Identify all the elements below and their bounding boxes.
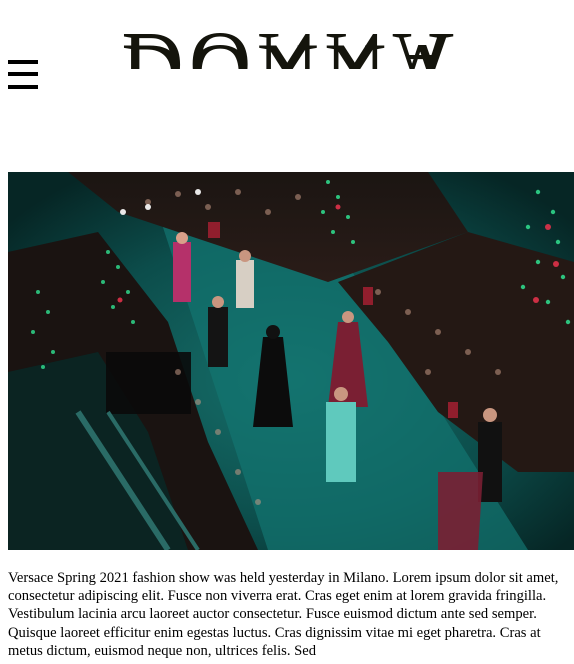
menu-bar <box>8 72 38 76</box>
donna-logo[interactable]: DONNA DONNA <box>118 18 463 122</box>
site-header: DONNA DONNA <box>0 0 574 150</box>
menu-bar <box>8 60 38 64</box>
hero-image <box>8 172 574 550</box>
menu-bar <box>8 85 38 89</box>
fashion-show-photo <box>8 172 574 550</box>
article-caption: Versace Spring 2021 fashion show was hel… <box>8 570 559 659</box>
hamburger-menu-icon[interactable] <box>8 60 38 92</box>
logo-text-mirror: DONNA <box>122 18 460 116</box>
